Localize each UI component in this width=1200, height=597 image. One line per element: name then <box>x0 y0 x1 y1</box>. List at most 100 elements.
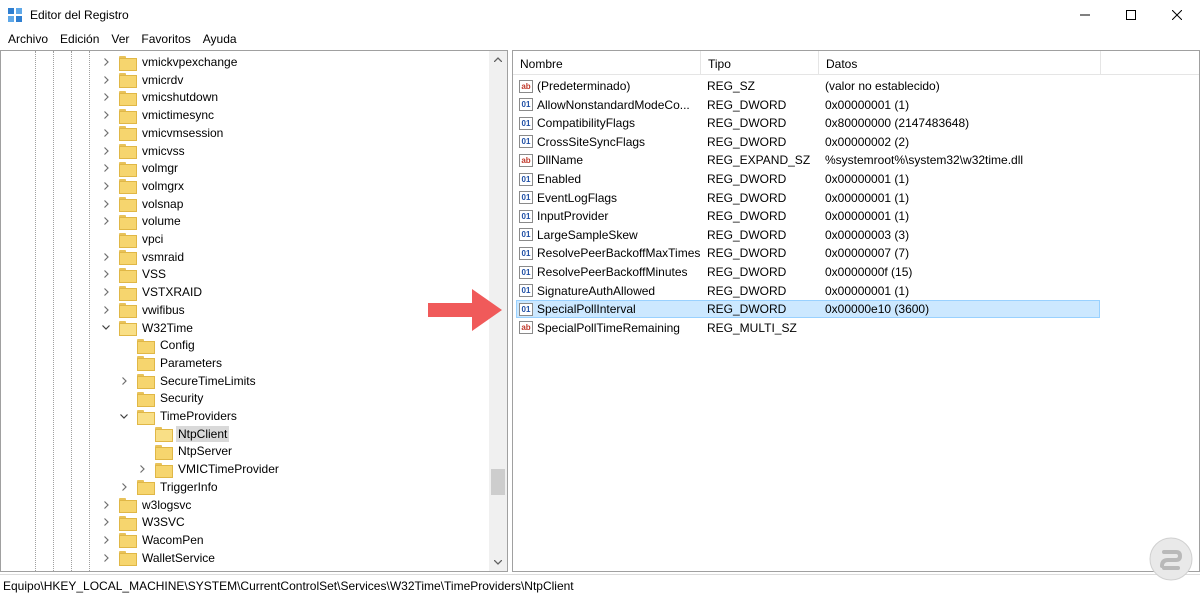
values-list[interactable]: Nombre Tipo Datos ab (Predeterminado) REG_… <box>512 50 1200 572</box>
binary-value-icon: 01 <box>519 209 533 223</box>
scroll-up-button[interactable] <box>489 51 507 68</box>
chevron-right-icon[interactable] <box>101 124 111 142</box>
scroll-thumb[interactable] <box>491 469 505 495</box>
tree-item[interactable]: SecureTimeLimits <box>119 372 258 390</box>
folder-icon <box>119 267 137 283</box>
value-name: EventLogFlags <box>537 190 618 205</box>
chevron-right-icon[interactable] <box>101 248 111 266</box>
value-row[interactable]: 01 ResolvePeerBackoffMinutes REG_DWORD 0x00… <box>513 263 1199 281</box>
chevron-right-icon[interactable] <box>101 106 111 124</box>
tree-item[interactable]: volmgr <box>101 159 180 177</box>
tree-item[interactable]: vmicvss <box>101 142 187 160</box>
maximize-button[interactable] <box>1108 0 1154 30</box>
value-row[interactable]: 01 EventLogFlags REG_DWORD 0x00000001 (1) <box>513 189 1199 207</box>
chevron-right-icon[interactable] <box>101 496 111 514</box>
chevron-right-icon[interactable] <box>101 142 111 160</box>
tree-item[interactable]: NtpClient <box>137 425 230 443</box>
value-row[interactable]: 01 CompatibilityFlags REG_DWORD 0x80000000 … <box>513 114 1199 132</box>
value-row[interactable]: ab SpecialPollTimeRemaining REG_MULTI_SZ <box>513 319 1199 337</box>
chevron-right-icon[interactable] <box>101 265 111 283</box>
tree-item[interactable]: vsmraid <box>101 248 186 266</box>
column-nombre[interactable]: Nombre <box>513 51 701 75</box>
chevron-right-icon[interactable] <box>101 283 111 301</box>
tree-item[interactable]: vmickvpexchange <box>101 53 239 71</box>
tree-item[interactable]: vmicshutdown <box>101 88 220 106</box>
value-row[interactable]: ab (Predeterminado) REG_SZ (valor no establ… <box>513 77 1199 95</box>
chevron-right-icon[interactable] <box>137 460 147 478</box>
value-name-cell: 01 ResolvePeerBackoffMinutes <box>519 263 703 281</box>
tree-item[interactable]: volume <box>101 212 183 230</box>
tree-item[interactable]: Security <box>119 389 205 407</box>
chevron-right-icon[interactable] <box>101 195 111 213</box>
value-row[interactable]: 01 SpecialPollInterval REG_DWORD 0x00000e10… <box>513 300 1199 319</box>
value-row[interactable]: 01 CrossSiteSyncFlags REG_DWORD 0x00000002 … <box>513 133 1199 151</box>
value-name-cell: 01 Enabled <box>519 170 703 188</box>
tree-item[interactable]: w3logsvc <box>101 496 193 514</box>
chevron-right-icon[interactable] <box>101 53 111 71</box>
tree-item[interactable]: TriggerInfo <box>119 478 220 496</box>
value-row[interactable]: 01 LargeSampleSkew REG_DWORD 0x00000003 (3) <box>513 226 1199 244</box>
folder-icon <box>155 444 173 460</box>
value-row[interactable]: 01 AllowNonstandardModeCo... REG_DWORD 0x00… <box>513 96 1199 114</box>
value-row[interactable]: 01 ResolvePeerBackoffMaxTimes REG_DWORD 0x0… <box>513 244 1199 262</box>
tree-item[interactable]: NtpServer <box>137 442 234 460</box>
tree-item[interactable]: WacomPen <box>101 531 206 549</box>
value-row[interactable]: ab DllName REG_EXPAND_SZ %systemroot%\syste… <box>513 151 1199 169</box>
tree-item[interactable]: vmicrdv <box>101 71 185 89</box>
chevron-right-icon[interactable] <box>101 159 111 177</box>
tree-item-label: vmicshutdown <box>142 90 219 105</box>
tree-item[interactable]: vmicvmsession <box>101 124 225 142</box>
tree-item[interactable]: W3SVC <box>101 513 187 531</box>
tree-item[interactable]: TimeProviders <box>119 407 239 425</box>
chevron-right-icon[interactable] <box>101 88 111 106</box>
menu-ayuda[interactable]: Ayuda <box>197 30 243 49</box>
tree-item[interactable]: W32Time <box>101 319 195 337</box>
value-row[interactable]: 01 InputProvider REG_DWORD 0x00000001 (1) <box>513 207 1199 225</box>
value-type: REG_DWORD <box>707 227 787 242</box>
chevron-down-icon[interactable] <box>119 407 129 425</box>
tree-item[interactable]: volsnap <box>101 195 185 213</box>
folder-icon <box>119 90 137 106</box>
tree-item[interactable]: Config <box>119 336 197 354</box>
chevron-right-icon[interactable] <box>101 71 111 89</box>
chevron-right-icon[interactable] <box>101 301 111 319</box>
value-data: 0x00000007 (7) <box>825 246 910 261</box>
minimize-button[interactable] <box>1062 0 1108 30</box>
chevron-down-icon[interactable] <box>101 319 111 337</box>
column-tipo[interactable]: Tipo <box>701 51 819 75</box>
chevron-right-icon[interactable] <box>101 177 111 195</box>
tree-item-label: vmickvpexchange <box>142 55 238 69</box>
tree-item[interactable]: vwifibus <box>101 301 187 319</box>
folder-icon <box>119 515 137 531</box>
scroll-down-button[interactable] <box>489 554 507 571</box>
tree-guide-line <box>89 51 90 571</box>
tree-item[interactable]: VSS <box>101 265 168 283</box>
chevron-right-icon[interactable] <box>101 212 111 230</box>
folder-icon <box>119 161 137 177</box>
tree-item[interactable]: Parameters <box>119 354 224 372</box>
menu-edicion[interactable]: Edición <box>54 30 105 49</box>
close-button[interactable] <box>1154 0 1200 30</box>
chevron-right-icon[interactable] <box>101 513 111 531</box>
tree-connector <box>119 389 129 407</box>
tree-item[interactable]: vmictimesync <box>101 106 216 124</box>
tree-item[interactable]: vpci <box>101 230 165 248</box>
value-row[interactable]: 01 SignatureAuthAllowed REG_DWORD 0x0000000… <box>513 282 1199 300</box>
value-row[interactable]: 01 Enabled REG_DWORD 0x00000001 (1) <box>513 170 1199 188</box>
tree-item[interactable]: VSTXRAID <box>101 283 204 301</box>
tree-item-label: vmicrdv <box>142 72 184 87</box>
column-datos[interactable]: Datos <box>819 51 1101 75</box>
chevron-right-icon[interactable] <box>101 549 111 567</box>
chevron-right-icon[interactable] <box>101 531 111 549</box>
chevron-right-icon[interactable] <box>119 372 129 390</box>
tree-item[interactable]: WalletService <box>101 549 217 567</box>
tree-connector <box>137 425 147 443</box>
tree-item[interactable]: volmgrx <box>101 177 186 195</box>
folder-icon <box>119 551 137 567</box>
menu-archivo[interactable]: Archivo <box>2 30 54 49</box>
tree-item[interactable]: VMICTimeProvider <box>137 460 281 478</box>
menu-favoritos[interactable]: Favoritos <box>135 30 196 49</box>
value-name: ResolvePeerBackoffMinutes <box>537 265 688 279</box>
menu-ver[interactable]: Ver <box>105 30 135 49</box>
chevron-right-icon[interactable] <box>119 478 129 496</box>
